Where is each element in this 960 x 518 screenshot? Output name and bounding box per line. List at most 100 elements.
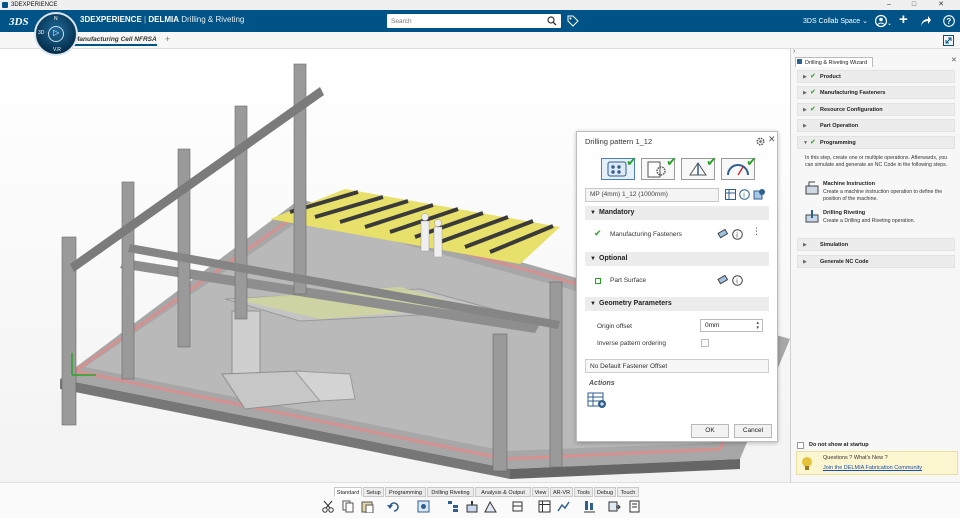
spinner-icon[interactable]: ▲ ▼ [756, 320, 760, 330]
search-icon[interactable] [547, 16, 557, 26]
svg-text:?: ? [946, 17, 951, 26]
fastener-offset-field[interactable]: No Default Fastener Offset [585, 359, 769, 373]
wizard-tab[interactable]: Drilling & Riveting Wizard [795, 57, 873, 67]
collab-space-selector[interactable]: 3DS Collab Space ⌄ [803, 17, 868, 25]
pattern-name-field[interactable]: MP (4mm) 1_12 (1000mm) [585, 188, 719, 202]
collapse-panel-icon[interactable]: › [793, 48, 795, 55]
machine-instruction-title[interactable]: Machine Instruction [823, 181, 875, 187]
expand-icon[interactable] [943, 35, 954, 46]
tab-manufacturing-cell[interactable]: Manufacturing Cell NFRSA [74, 36, 157, 46]
pattern-name-value: MP (4mm) 1_12 (1000mm) [590, 191, 668, 198]
tool-change-icon[interactable] [511, 500, 524, 513]
tab-ar-vr[interactable]: AR-VR [550, 487, 573, 497]
check-icon: ✔ [810, 106, 816, 113]
close-icon[interactable]: ✕ [768, 134, 776, 145]
optional-section-header[interactable]: ▼ Optional [585, 252, 769, 266]
panel-close-icon[interactable]: ✕ [951, 56, 957, 64]
app-name: Drilling & Riveting [181, 15, 245, 24]
more-options-icon[interactable]: ⋮ [752, 226, 761, 237]
play-icon[interactable]: ▷ [53, 28, 59, 37]
tab-setup[interactable]: Setup [363, 487, 384, 497]
operation-icon[interactable] [484, 500, 497, 513]
manage-icon[interactable] [753, 188, 765, 200]
cancel-button[interactable]: Cancel [734, 424, 772, 438]
robot-column [231, 310, 261, 382]
svg-text:i: i [743, 193, 745, 200]
robot-program-icon[interactable] [466, 500, 479, 513]
add-table-icon[interactable] [587, 391, 607, 409]
step-parameters-icon[interactable]: ✔ [641, 154, 677, 180]
eraser-icon[interactable] [717, 229, 729, 239]
cut-icon[interactable] [322, 500, 335, 513]
help-icon[interactable]: ? [943, 15, 955, 27]
tab-tools[interactable]: Tools [574, 487, 593, 497]
programming-description: In this step, create one or multiple ope… [805, 155, 948, 168]
user-profile-icon[interactable]: ⌄ [875, 14, 893, 28]
gear-icon[interactable] [756, 137, 765, 146]
tab-debug[interactable]: Debug [594, 487, 616, 497]
maximize-button[interactable]: □ [903, 0, 925, 10]
step-speeds-icon[interactable]: ✔ [721, 154, 757, 180]
undo-icon[interactable] [387, 500, 400, 513]
brand-app: DELMIA [148, 15, 180, 24]
collapse-triangle-icon: ▼ [803, 140, 808, 146]
paste-icon[interactable] [361, 500, 374, 513]
info-icon[interactable]: i [732, 229, 743, 240]
tab-standard[interactable]: Standard [334, 487, 362, 497]
community-link[interactable]: Join the DELMIA Fabrication Community [823, 465, 922, 471]
minimize-button[interactable]: – [878, 0, 900, 10]
tag-icon[interactable] [567, 15, 579, 27]
info-icon[interactable]: i [739, 189, 750, 200]
close-window-button[interactable]: ✕ [930, 0, 952, 10]
inverse-ordering-checkbox[interactable] [701, 339, 709, 347]
wizard-item-programming[interactable]: ▼ ✔ Programming [797, 136, 955, 149]
mandatory-section-header[interactable]: ▼ Mandatory [585, 206, 769, 220]
step-strategy-icon[interactable]: ✔ [681, 154, 717, 180]
add-icon[interactable]: + [899, 11, 908, 28]
compass-widget[interactable]: N 3D V.R ▷ [34, 12, 78, 56]
wizard-tab-icon [797, 59, 802, 64]
sequence-icon[interactable] [557, 500, 570, 513]
wizard-item-product[interactable]: ▶ ✔ Product [797, 70, 955, 83]
search-box[interactable] [387, 14, 561, 28]
add-tab-button[interactable]: + [165, 34, 170, 44]
step-geometry-icon[interactable]: ✔ [601, 154, 637, 180]
expand-triangle-icon: ▶ [803, 90, 807, 96]
search-input[interactable] [387, 14, 537, 28]
wizard-item-manufacturing-fasteners[interactable]: ▶ ✔ Manufacturing Fasteners [797, 86, 955, 99]
tab-programming[interactable]: Programming [385, 487, 426, 497]
chevron-down-icon: ⌄ [862, 18, 869, 25]
startup-checkbox[interactable] [797, 442, 804, 449]
origin-offset-input[interactable]: 0mm ▲ ▼ [700, 319, 763, 332]
wizard-item-generate-nc-code[interactable]: ▶ Generate NC Code [797, 255, 955, 268]
wizard-item-resource-configuration[interactable]: ▶ ✔ Resource Configuration [797, 103, 955, 116]
ds-logo-icon[interactable]: 3DS [8, 13, 30, 29]
share-icon[interactable] [920, 15, 932, 27]
grid-icon[interactable] [538, 500, 551, 513]
ok-button[interactable]: OK [691, 424, 729, 438]
drilling-riveting-icon[interactable] [805, 209, 819, 223]
info-icon[interactable]: i [732, 275, 743, 286]
machine-instruction-icon[interactable] [805, 181, 819, 195]
table-icon[interactable] [725, 189, 736, 200]
tab-view[interactable]: View [532, 487, 549, 497]
document-icon[interactable] [628, 500, 641, 513]
part-surface-label[interactable]: Part Surface [610, 277, 646, 284]
compass-top-label: N [54, 16, 58, 22]
output-icon[interactable] [608, 500, 621, 513]
geometry-section-header[interactable]: ▼ Geometry Parameters [585, 297, 769, 311]
fit-all-icon[interactable] [417, 500, 430, 513]
manufacturing-fasteners-label[interactable]: Manufacturing Fasteners [610, 231, 682, 238]
copy-icon[interactable] [342, 500, 355, 513]
tree-icon[interactable] [447, 500, 460, 513]
tab-analysis-output[interactable]: Analysis & Output [475, 487, 531, 497]
tab-touch[interactable]: Touch [617, 487, 639, 497]
simulation-icon[interactable] [583, 500, 596, 513]
tab-drilling-riveting[interactable]: Drilling Riveting [427, 487, 474, 497]
drilling-riveting-title[interactable]: Drilling Riveting [823, 210, 865, 216]
compass-right-label: V.R [53, 47, 61, 53]
wizard-item-part-operation[interactable]: ▶ Part Operation [797, 119, 955, 132]
wizard-item-simulation[interactable]: ▶ Simulation [797, 238, 955, 251]
column-7 [549, 281, 563, 468]
eraser-icon[interactable] [717, 275, 729, 285]
